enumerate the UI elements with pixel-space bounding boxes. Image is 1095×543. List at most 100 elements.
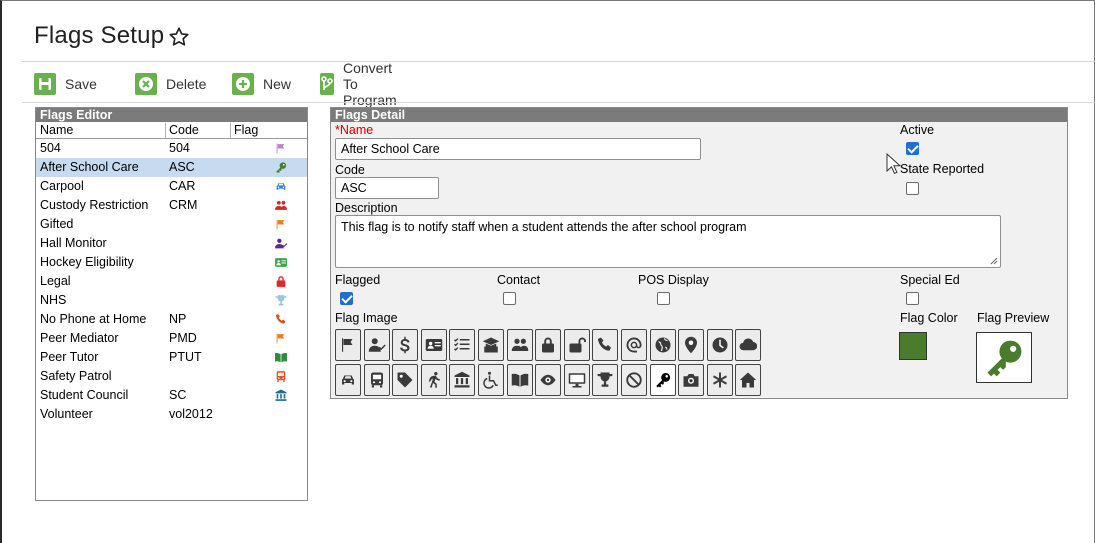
flag-image-option[interactable] — [335, 329, 361, 361]
ban-icon — [626, 372, 642, 388]
flag-preview — [976, 332, 1032, 383]
flag-image-option[interactable] — [592, 329, 618, 361]
flag-row-name: Hockey Eligibility — [40, 255, 134, 269]
flagged-checkbox[interactable] — [340, 292, 353, 305]
contact-label: Contact — [497, 273, 541, 287]
flag-row[interactable]: Custody Restriction CRM — [36, 196, 307, 215]
flag-color-swatch[interactable] — [899, 332, 927, 360]
flag-image-option[interactable] — [707, 364, 733, 396]
book-icon — [511, 373, 529, 387]
flag-image-option[interactable] — [650, 364, 676, 396]
cloud-icon — [739, 338, 757, 351]
id-card-icon — [275, 258, 287, 267]
flag-image-option[interactable] — [564, 364, 590, 396]
flag-image-option[interactable] — [421, 329, 447, 361]
flag-row[interactable]: Peer Tutor PTUT — [36, 348, 307, 367]
delete-button[interactable]: Delete — [135, 70, 206, 98]
column-header-flag[interactable]: Flag — [234, 123, 258, 137]
flag-image-option[interactable] — [678, 329, 704, 361]
wheelchair-icon — [483, 371, 498, 389]
key-icon — [987, 340, 1022, 376]
flag-row[interactable]: Student Council SC — [36, 386, 307, 405]
flag-image-option[interactable] — [449, 364, 475, 396]
new-label: New — [263, 76, 292, 92]
plus-icon — [232, 73, 254, 95]
asterisk-icon — [713, 372, 727, 388]
flag-row[interactable]: Legal — [36, 272, 307, 291]
contact-checkbox[interactable] — [503, 292, 516, 305]
special-ed-checkbox[interactable] — [906, 292, 919, 305]
flag-row[interactable]: After School Care ASC — [36, 158, 307, 177]
flag-row[interactable]: Gifted — [36, 215, 307, 234]
active-label: Active — [900, 123, 935, 137]
flag-image-option[interactable] — [592, 364, 618, 396]
flag-row[interactable]: Hockey Eligibility — [36, 253, 307, 272]
convert-to-program-button[interactable]: Convert To Program — [320, 60, 405, 108]
flag-image-option[interactable] — [364, 364, 390, 396]
flag-row-name: Custody Restriction — [40, 198, 149, 212]
flag-image-option[interactable] — [650, 329, 676, 361]
home-icon — [739, 372, 757, 388]
flag-image-option[interactable] — [564, 329, 590, 361]
column-header-name[interactable]: Name — [40, 123, 73, 137]
flag-image-option[interactable] — [364, 329, 390, 361]
flag-image-option[interactable] — [621, 364, 647, 396]
pos-display-checkbox[interactable] — [657, 292, 670, 305]
column-divider — [230, 123, 231, 138]
map-pin-icon — [685, 336, 697, 354]
flag-image-option[interactable] — [507, 364, 533, 396]
flag-row-name: Gifted — [40, 217, 74, 231]
car-icon — [276, 183, 286, 190]
star-icon[interactable] — [168, 26, 190, 48]
flag-image-option[interactable] — [735, 329, 761, 361]
flag-row[interactable]: Peer Mediator PMD — [36, 329, 307, 348]
flag-image-option[interactable] — [478, 364, 504, 396]
flag-image-option[interactable] — [707, 329, 733, 361]
flag-row[interactable]: 504 504 — [36, 139, 307, 158]
save-button[interactable]: Save — [34, 70, 97, 98]
name-field[interactable]: After School Care — [335, 138, 701, 160]
lock-icon — [542, 337, 554, 353]
flag-image-option[interactable] — [478, 329, 504, 361]
flag-row[interactable]: Carpool CAR — [36, 177, 307, 196]
column-header-code[interactable]: Code — [169, 123, 199, 137]
flag-preview-label: Flag Preview — [977, 311, 1050, 325]
flag-icon — [342, 338, 353, 352]
resize-handle-icon[interactable] — [990, 257, 998, 265]
phone-icon — [597, 337, 611, 351]
flags-editor-panel: Flags Editor Name Code Flag 504 504 After … — [35, 107, 308, 501]
flags-list: 504 504 After School Care ASC Carpool CAR Cust… — [36, 139, 307, 424]
active-checkbox[interactable] — [906, 142, 919, 155]
state-reported-label: State Reported — [900, 162, 985, 176]
flag-row[interactable]: Volunteer vol2012 — [36, 405, 307, 424]
flag-image-option[interactable] — [392, 364, 418, 396]
flag-image-option[interactable] — [335, 364, 361, 396]
flag-image-option[interactable] — [392, 329, 418, 361]
code-field[interactable]: ASC — [335, 177, 439, 199]
flag-image-option[interactable] — [449, 329, 475, 361]
flag-row[interactable]: Safety Patrol — [36, 367, 307, 386]
branch-icon — [320, 73, 334, 95]
flag-image-option[interactable] — [535, 364, 561, 396]
id-card-icon — [425, 339, 443, 351]
flag-image-option[interactable] — [621, 329, 647, 361]
description-field[interactable]: This flag is to notify staff when a stud… — [335, 215, 1001, 268]
flag-image-option[interactable] — [678, 364, 704, 396]
flag-image-option[interactable] — [535, 329, 561, 361]
graduate-icon — [482, 337, 500, 353]
flags-editor-header: Name Code Flag — [36, 122, 307, 139]
flag-image-option[interactable] — [421, 364, 447, 396]
flag-row[interactable]: No Phone at Home NP — [36, 310, 307, 329]
flag-image-option[interactable] — [507, 329, 533, 361]
flag-row-name: Peer Mediator — [40, 331, 119, 345]
flag-color-label: Flag Color — [900, 311, 958, 325]
state-reported-checkbox[interactable] — [906, 182, 919, 195]
convert-to-program-label: Convert To Program — [343, 60, 397, 108]
flag-row[interactable]: Hall Monitor — [36, 234, 307, 253]
flag-image-option[interactable] — [735, 364, 761, 396]
flag-row[interactable]: NHS — [36, 291, 307, 310]
key-icon — [276, 162, 287, 173]
flag-row-name: Peer Tutor — [40, 350, 99, 364]
new-button[interactable]: New — [232, 70, 291, 98]
flag-row-code: PMD — [169, 331, 197, 345]
